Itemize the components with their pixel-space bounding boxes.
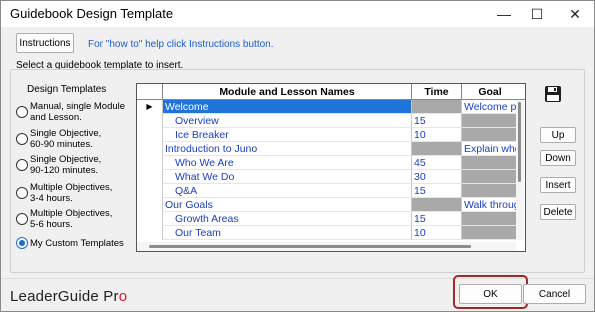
ok-button[interactable]: OK <box>459 284 522 304</box>
lesson-name-cell[interactable]: What We Do <box>163 170 412 184</box>
lesson-name-cell[interactable]: Overview <box>163 114 412 128</box>
lesson-name-cell[interactable]: Growth Areas <box>163 212 412 226</box>
row-indicator <box>137 212 163 226</box>
radio-button-checked[interactable] <box>16 237 28 249</box>
instructions-button[interactable]: Instructions <box>16 33 74 53</box>
table-row[interactable]: Growth Areas 15 <box>137 212 525 226</box>
time-cell[interactable]: 10 <box>412 128 462 142</box>
radio-button[interactable] <box>16 159 28 171</box>
minimize-button[interactable]: — <box>486 1 522 27</box>
goal-cell[interactable] <box>462 156 518 170</box>
time-cell[interactable] <box>412 142 462 156</box>
time-cell[interactable]: 15 <box>412 114 462 128</box>
template-option-custom[interactable]: My Custom Templates <box>16 237 135 249</box>
template-option-label: Manual, single Module and Lesson. <box>30 101 126 123</box>
time-cell[interactable] <box>412 198 462 212</box>
table-row[interactable]: Q&A 15 <box>137 184 525 198</box>
radio-button[interactable] <box>16 133 28 145</box>
window-title: Guidebook Design Template <box>10 6 174 21</box>
time-cell[interactable]: 15 <box>412 212 462 226</box>
lesson-name-cell[interactable]: Welcome <box>163 100 412 114</box>
goal-cell[interactable] <box>462 170 518 184</box>
column-header-goal[interactable]: Goal <box>462 84 518 100</box>
template-option-label: Single Objective, 90-120 minutes. <box>30 154 102 176</box>
time-cell[interactable]: 45 <box>412 156 462 170</box>
row-indicator <box>137 226 163 240</box>
row-indicator-icon: ▶ <box>137 100 163 114</box>
grid-header: Module and Lesson Names Time Goal <box>137 84 525 100</box>
template-option-multiple-5-6[interactable]: Multiple Objectives, 5-6 hours. <box>16 208 120 230</box>
maximize-button[interactable]: ☐ <box>519 1 555 27</box>
template-option-label: Single Objective, 60-90 minutes. <box>30 128 102 150</box>
row-indicator <box>137 128 163 142</box>
time-cell[interactable]: 10 <box>412 226 462 240</box>
goal-cell[interactable] <box>462 226 518 240</box>
goal-cell[interactable] <box>462 184 518 198</box>
goal-cell[interactable] <box>462 128 518 142</box>
up-button[interactable]: Up <box>540 127 576 143</box>
template-option-single-90-120[interactable]: Single Objective, 90-120 minutes. <box>16 154 110 176</box>
table-row[interactable]: Ice Breaker 10 <box>137 128 525 142</box>
table-row[interactable]: Our Goals Walk throug <box>137 198 525 212</box>
time-cell[interactable] <box>412 100 462 114</box>
row-indicator <box>137 142 163 156</box>
lesson-name-cell[interactable]: Our Team <box>163 226 412 240</box>
logo-accent: o <box>118 288 128 305</box>
row-indicator <box>137 184 163 198</box>
goal-cell[interactable]: Welcome p <box>462 100 518 114</box>
grid-vertical-scrollbar[interactable] <box>516 100 524 240</box>
cancel-button[interactable]: Cancel <box>523 284 586 304</box>
table-row[interactable]: Our Team 10 <box>137 226 525 240</box>
column-header-time[interactable]: Time <box>412 84 462 100</box>
lesson-name-cell[interactable]: Introduction to Juno <box>163 142 412 156</box>
template-option-manual[interactable]: Manual, single Module and Lesson. <box>16 101 130 123</box>
insert-button[interactable]: Insert <box>540 177 576 193</box>
goal-cell[interactable]: Explain who <box>462 142 518 156</box>
dialog-window: Guidebook Design Template — ☐ ✕ Instruct… <box>0 0 595 312</box>
scrollbar-thumb[interactable] <box>518 102 521 182</box>
scrollbar-thumb[interactable] <box>149 245 471 248</box>
logo-text: LeaderGuide Pr <box>10 288 119 305</box>
template-option-label: Multiple Objectives, 3-4 hours. <box>30 182 113 204</box>
lesson-name-cell[interactable]: Who We Are <box>163 156 412 170</box>
radio-button[interactable] <box>16 213 28 225</box>
radio-button[interactable] <box>16 106 28 118</box>
time-cell[interactable]: 15 <box>412 184 462 198</box>
row-indicator <box>137 198 163 212</box>
design-templates-heading: Design Templates <box>27 84 107 95</box>
template-option-label: Multiple Objectives, 5-6 hours. <box>30 208 113 230</box>
table-row[interactable]: Introduction to Juno Explain who <box>137 142 525 156</box>
time-cell[interactable]: 30 <box>412 170 462 184</box>
delete-button[interactable]: Delete <box>540 204 576 220</box>
row-indicator <box>137 114 163 128</box>
table-row[interactable]: ▶ Welcome Welcome p <box>137 100 525 114</box>
row-indicator <box>137 170 163 184</box>
table-row[interactable]: Overview 15 <box>137 114 525 128</box>
grid-horizontal-scrollbar[interactable] <box>137 242 516 251</box>
goal-cell[interactable] <box>462 114 518 128</box>
save-icon[interactable] <box>544 85 562 103</box>
table-row[interactable]: Who We Are 45 <box>137 156 525 170</box>
lesson-name-cell[interactable]: Q&A <box>163 184 412 198</box>
lesson-name-cell[interactable]: Ice Breaker <box>163 128 412 142</box>
leaderguide-logo: LeaderGuide Pro <box>10 288 127 305</box>
template-option-label: My Custom Templates <box>30 237 124 249</box>
close-button[interactable]: ✕ <box>557 1 593 27</box>
goal-cell[interactable] <box>462 212 518 226</box>
down-button[interactable]: Down <box>540 150 576 166</box>
lesson-name-cell[interactable]: Our Goals <box>163 198 412 212</box>
help-hint: For "how to" help click Instructions but… <box>88 39 274 50</box>
title-bar: Guidebook Design Template — ☐ ✕ <box>1 1 594 27</box>
column-header-name[interactable]: Module and Lesson Names <box>163 84 412 100</box>
table-row[interactable]: What We Do 30 <box>137 170 525 184</box>
radio-button[interactable] <box>16 187 28 199</box>
template-grid[interactable]: Module and Lesson Names Time Goal ▶ Welc… <box>136 83 526 252</box>
row-indicator <box>137 156 163 170</box>
template-option-single-60-90[interactable]: Single Objective, 60-90 minutes. <box>16 128 110 150</box>
row-header-corner <box>137 84 163 100</box>
template-option-multiple-3-4[interactable]: Multiple Objectives, 3-4 hours. <box>16 182 120 204</box>
goal-cell[interactable]: Walk throug <box>462 198 518 212</box>
